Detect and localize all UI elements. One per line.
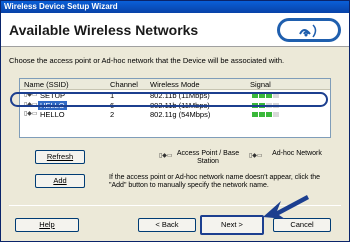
- title-bar: Wireless Device Setup Wizard: [1, 1, 349, 13]
- col-ssid[interactable]: Name (SSID): [24, 80, 69, 89]
- legend-access-point: Access Point / Base Station: [176, 150, 240, 165]
- add-help-text: If the access point or Ad-hoc network na…: [109, 174, 321, 189]
- header-panel: Available Wireless Networks: [1, 13, 349, 47]
- add-button[interactable]: Add: [35, 174, 85, 188]
- add-button-label: Add: [53, 176, 67, 185]
- wireless-waves-icon: [299, 24, 317, 38]
- legend-adhoc: Ad-hoc Network: [272, 150, 322, 157]
- col-mode[interactable]: Wireless Mode: [150, 80, 200, 89]
- access-point-icon: ▯◆▭: [159, 153, 173, 159]
- pointer-arrow-icon: [263, 195, 309, 219]
- adhoc-network-icon: ▯◆▭: [249, 153, 263, 159]
- row-ssid: HELLO: [40, 110, 65, 119]
- wireless-logo-inner: [280, 21, 338, 39]
- adhoc-network-icon: ▯◆▭: [24, 111, 38, 117]
- wireless-logo-icon: [277, 18, 341, 42]
- wizard-window: Wireless Device Setup Wizard Available W…: [0, 0, 350, 242]
- next-button[interactable]: Next >: [200, 215, 264, 235]
- col-signal[interactable]: Signal: [250, 80, 271, 89]
- instruction-text: Choose the access point or Ad-hoc networ…: [9, 56, 285, 65]
- list-header: Name (SSID) Channel Wireless Mode Signal: [20, 79, 330, 90]
- selection-highlight-oval: [10, 92, 328, 107]
- page-title: Available Wireless Networks: [9, 22, 199, 38]
- next-button-label: Next >: [221, 220, 243, 229]
- row-mode: 802.11g (54Mbps): [150, 110, 211, 119]
- col-channel[interactable]: Channel: [110, 80, 138, 89]
- back-button[interactable]: < Back: [138, 218, 196, 232]
- back-button-label: < Back: [155, 220, 179, 229]
- refresh-button[interactable]: Refresh: [35, 150, 85, 164]
- row-channel: 2: [110, 110, 115, 119]
- table-row[interactable]: ▯◆▭ HELLO 2 802.11g (54Mbps): [20, 110, 330, 119]
- help-button-label: Help: [39, 220, 55, 229]
- network-list[interactable]: Name (SSID) Channel Wireless Mode Signal…: [19, 78, 331, 138]
- signal-bar: [252, 112, 282, 117]
- refresh-button-label: Refresh: [46, 152, 74, 161]
- help-button[interactable]: Help: [15, 218, 79, 232]
